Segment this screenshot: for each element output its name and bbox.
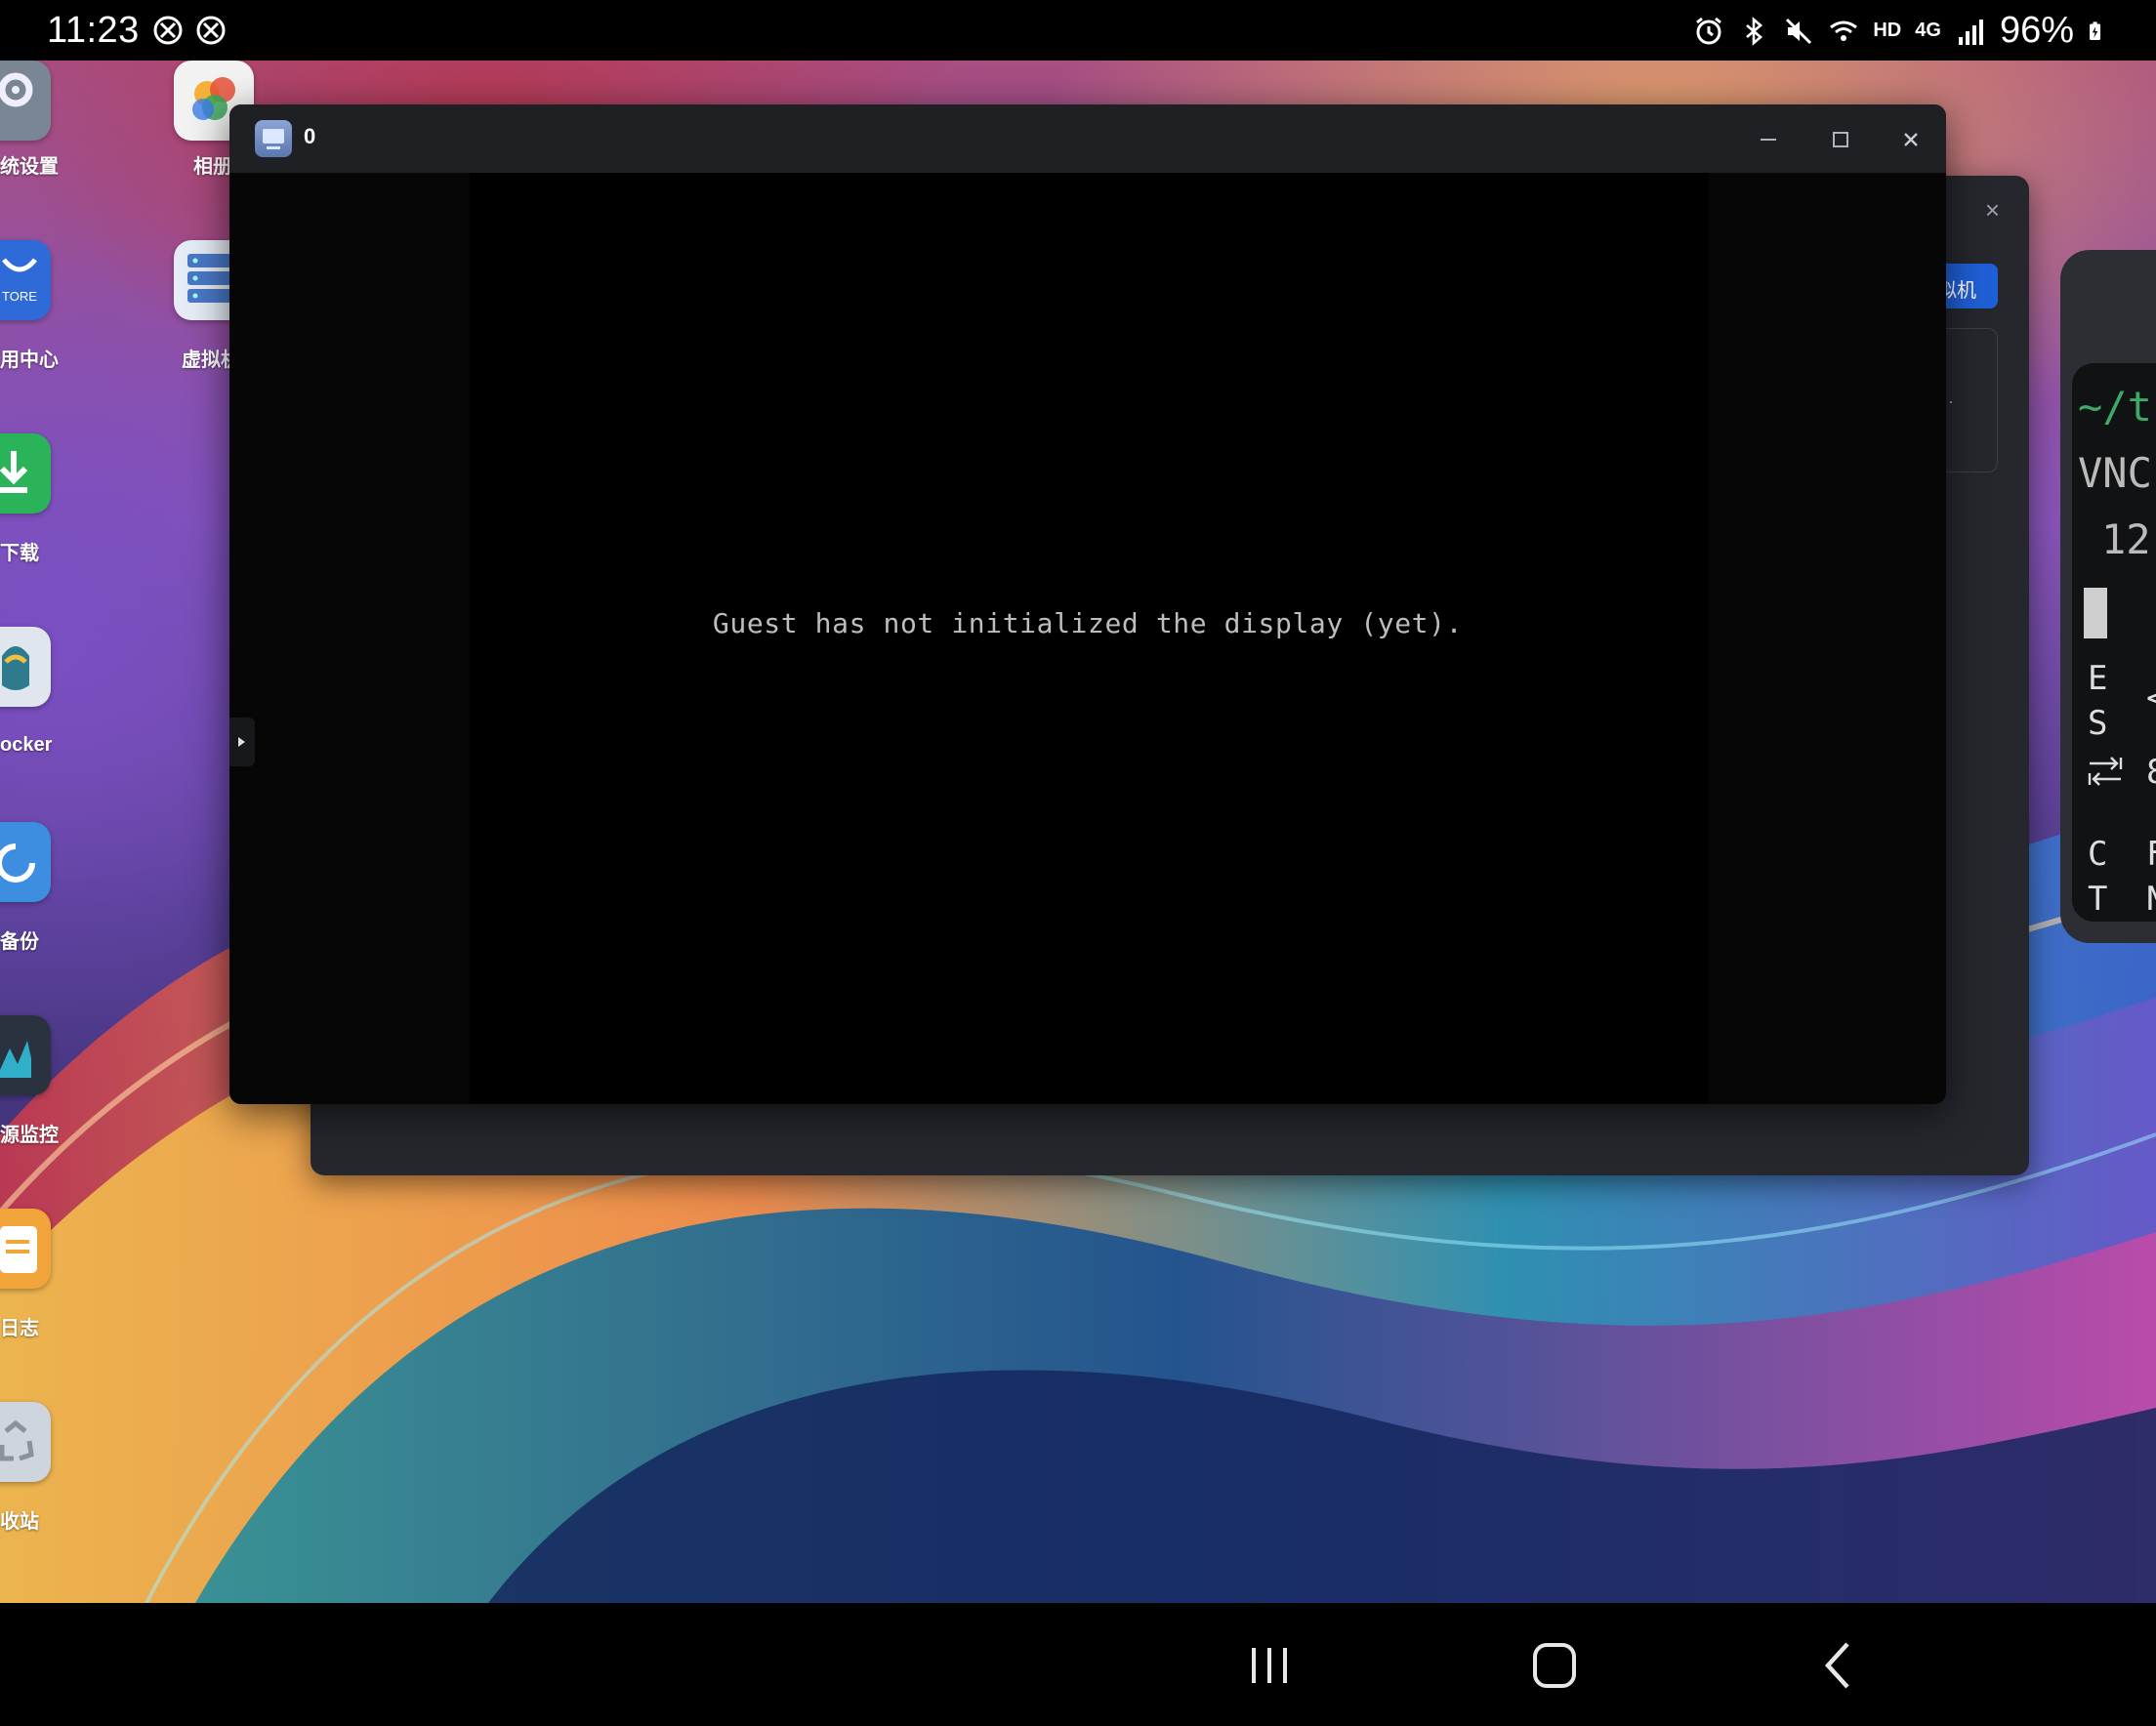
fn-key[interactable]: F N [2146,832,2156,922]
key-label: C [2088,835,2108,874]
app-recycle-bin[interactable]: 收站 [0,1402,166,1539]
key-label[interactable]: 8 [2146,750,2156,795]
app-download[interactable]: 下载 [0,433,166,570]
sidebar-toggle[interactable] [229,718,255,766]
key-label[interactable]: < [2146,676,2156,720]
recent-apps-icon[interactable] [1240,1638,1299,1693]
terminal-window[interactable]: ~/t VNC 12 E S < 8 C T F N [2060,250,2156,943]
wifi-icon [1830,21,1858,41]
app-backup[interactable]: 备份 [0,822,166,959]
key-label: T [2088,880,2108,919]
app-label: 收站 [0,1511,39,1533]
mute-icon [1786,18,1812,44]
back-icon[interactable] [1810,1638,1869,1693]
docker-icon [0,627,51,707]
bluetooth-icon [1746,16,1763,46]
network-type: 4G [1915,20,1941,41]
clock: 11:23 [47,10,140,51]
battery-charging-icon [2090,21,2101,40]
terminal-output-line: VNC [2078,449,2152,497]
status-bar: 11:23 HD 4G 96% [0,0,2156,61]
recycle-bin-icon [0,1402,51,1482]
blocked-app-icon [153,16,183,45]
key-label: S [2088,704,2108,743]
app-store[interactable]: TORE 用中心 [0,240,166,377]
backup-icon [0,822,51,902]
app-label: 统设置 [0,156,59,178]
hd-voice-indicator: HD [1873,20,1902,41]
battery-percent: 96% [1999,10,2074,51]
app-label: ocker [0,734,53,756]
vm-display-window[interactable]: 0 Guest has not initialized the display … [229,104,1946,1104]
terminal-screen[interactable]: ~/t VNC 12 E S < 8 C T F N [2072,363,2156,922]
key-label: E [2088,659,2108,698]
app-label: 用中心 [0,349,59,371]
svg-text:TORE: TORE [2,289,37,304]
window-title-bar[interactable]: 0 [229,104,1946,173]
key-label: N [2146,877,2156,922]
home-icon[interactable] [1525,1638,1584,1693]
more-icon[interactable]: · [1948,391,1954,412]
app-docker[interactable]: ocker [0,627,166,763]
download-icon [0,433,51,514]
terminal-cursor [2084,588,2107,638]
notification-icons [152,15,227,46]
signal-icon [1958,19,1983,45]
log-icon [0,1209,51,1289]
maximize-icon[interactable] [1825,124,1856,155]
chevron-right-icon [238,737,245,747]
system-indicators: HD 4G 96% [1693,10,2109,52]
terminal-output-line: 12 [2101,515,2151,563]
tab-key-icon[interactable] [2086,752,2125,791]
app-label: 下载 [0,543,39,564]
display-status-message: Guest has not initialized the display (y… [712,607,1464,639]
gear-icon [0,61,51,141]
blocked-app-icon [196,16,226,45]
navigation-bar [0,1603,2156,1726]
app-label: 备份 [0,931,39,953]
monitor-icon [255,120,292,157]
terminal-prompt: ~/t [2078,383,2152,431]
app-resource-monitor[interactable]: 源监控 [0,1015,166,1152]
minimize-icon[interactable] [1753,124,1784,155]
esc-key[interactable]: E S [2088,656,2107,746]
resource-monitor-icon [0,1015,51,1095]
key-label: F [2146,832,2156,877]
app-log[interactable]: 日志 [0,1209,166,1345]
app-label: 相册 [193,156,232,178]
app-label: 源监控 [0,1125,59,1146]
vm-screen[interactable]: Guest has not initialized the display (y… [229,173,1946,1104]
app-label: 日志 [0,1318,39,1339]
app-system-settings[interactable]: 统设置 [0,61,166,187]
ctrl-key[interactable]: C T [2088,832,2107,922]
app-store-icon: TORE [0,240,51,320]
window-title: 0 [304,124,316,148]
alarm-icon [1696,17,1722,44]
close-icon[interactable] [1895,124,1927,155]
close-icon[interactable]: × [1985,195,2000,226]
